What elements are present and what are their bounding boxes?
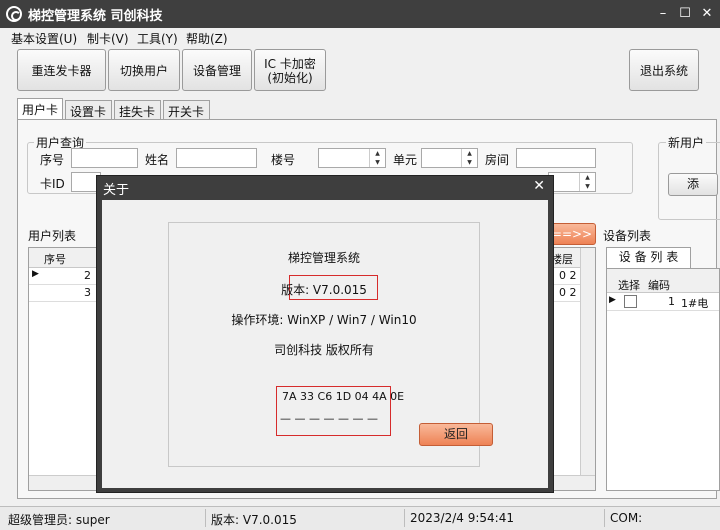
row-pointer-icon: ▶ — [32, 269, 39, 279]
about-dashes: — — — — — — — — [280, 412, 378, 425]
ic-card-encrypt-button[interactable]: IC 卡加密 (初始化) — [254, 49, 326, 91]
device-select-checkbox[interactable] — [624, 295, 637, 308]
unit-spinner[interactable]: ▲ ▼ — [421, 148, 478, 168]
device-management-button[interactable]: 设备管理 — [182, 49, 252, 91]
add-user-button[interactable]: 添 — [668, 173, 718, 196]
about-dialog: 关于 ✕ 梯控管理系统 版本: V7.0.015 操作环境: WinXP / W… — [96, 175, 554, 493]
device-name: 1#电 — [681, 297, 709, 310]
device-list-grid: 选择 编码 ▶ 1 1#电 — [606, 268, 720, 491]
status-bar: 超级管理员: super 版本: V7.0.015 2023/2/4 9:54:… — [0, 506, 720, 530]
name-input[interactable] — [176, 148, 257, 168]
status-version: 版本: V7.0.015 — [211, 513, 297, 527]
about-code: 7A 33 C6 1D 04 4A 0E — [282, 390, 405, 403]
building-label: 楼号 — [271, 153, 296, 167]
status-separator — [205, 509, 206, 527]
tab-user-card[interactable]: 用户卡 — [17, 98, 63, 120]
device-list-header: 选择 编码 — [607, 269, 719, 293]
window-title: 梯控管理系统 司创科技 — [28, 9, 163, 24]
dialog-close-icon[interactable]: ✕ — [533, 178, 545, 194]
col-select-header: 选择 — [618, 279, 640, 292]
floor-spinner[interactable]: ▲ ▼ — [548, 172, 596, 192]
about-app-name: 梯控管理系统 — [287, 251, 360, 265]
menu-help[interactable]: 帮助(Z) — [186, 30, 228, 47]
col-floor-header: 楼层 — [551, 253, 573, 266]
status-separator — [404, 509, 405, 527]
row-seq: 2 — [84, 269, 91, 282]
back-button[interactable]: 返回 — [419, 423, 493, 446]
tab-device-list[interactable]: 设 备 列 表 — [606, 247, 691, 268]
reconnect-card-reader-button[interactable]: 重连发卡器 — [17, 49, 106, 91]
vertical-scrollbar[interactable] — [580, 248, 595, 476]
device-list-title: 设备列表 — [603, 229, 652, 243]
row-pointer-icon: ▶ — [609, 295, 616, 305]
about-version: 版本: V7.0.015 — [281, 283, 367, 297]
tab-lost-card[interactable]: 挂失卡 — [114, 100, 161, 119]
row-seq: 3 — [84, 286, 91, 299]
transfer-button[interactable]: ==>> — [548, 223, 596, 245]
minimize-button[interactable]: – — [654, 5, 672, 23]
ic-encrypt-label-line1: IC 卡加密 — [264, 57, 316, 71]
title-bar: 梯控管理系统 司创科技 – ☐ ✕ — [0, 0, 720, 28]
seq-label: 序号 — [40, 153, 65, 167]
app-logo-icon — [6, 6, 22, 22]
row-tail: 0 2 — [559, 269, 577, 282]
menu-make-card[interactable]: 制卡(V) — [87, 30, 129, 47]
tab-settings-card[interactable]: 设置卡 — [65, 100, 112, 119]
dialog-body: 梯控管理系统 版本: V7.0.015 操作环境: WinXP / Win7 /… — [102, 200, 548, 488]
about-environment: 操作环境: WinXP / Win7 / Win10 — [231, 313, 417, 327]
ic-encrypt-label-line2: (初始化) — [267, 71, 313, 85]
col-seq-header: 序号 — [44, 253, 66, 266]
spinner-arrows-icon[interactable]: ▲ ▼ — [461, 149, 477, 167]
card-id-label: 卡ID — [40, 177, 65, 191]
tab-switch-card[interactable]: 开关卡 — [163, 100, 210, 119]
switch-user-button[interactable]: 切换用户 — [108, 49, 180, 91]
room-input[interactable] — [516, 148, 596, 168]
spinner-arrows-icon[interactable]: ▲ ▼ — [369, 149, 385, 167]
name-label: 姓名 — [145, 153, 170, 167]
about-copyright: 司创科技 版权所有 — [274, 343, 374, 357]
status-separator — [604, 509, 605, 527]
new-user-title: 新用户 — [666, 134, 707, 151]
room-label: 房间 — [485, 153, 510, 167]
close-button[interactable]: ✕ — [698, 5, 716, 23]
menu-basic-settings[interactable]: 基本设置(U) — [11, 30, 77, 47]
building-spinner[interactable]: ▲ ▼ — [318, 148, 386, 168]
row-tail: 0 2 — [559, 286, 577, 299]
maximize-button[interactable]: ☐ — [676, 5, 694, 23]
table-row[interactable]: ▶ 1 1#电 — [607, 293, 719, 311]
col-code-header: 编码 — [648, 279, 670, 292]
menu-bar: 基本设置(U) 制卡(V) 工具(Y) 帮助(Z) — [0, 28, 720, 48]
status-datetime: 2023/2/4 9:54:41 — [410, 511, 514, 525]
status-admin: 超级管理员: super — [8, 513, 110, 527]
status-com: COM: — [610, 511, 643, 525]
exit-system-button[interactable]: 退出系统 — [629, 49, 699, 91]
device-code: 1 — [668, 295, 675, 308]
menu-tools[interactable]: 工具(Y) — [137, 30, 178, 47]
dialog-title: 关于 — [103, 183, 130, 198]
about-info-box: 梯控管理系统 版本: V7.0.015 操作环境: WinXP / Win7 /… — [168, 222, 493, 467]
user-list-title: 用户列表 — [28, 229, 77, 243]
spinner-arrows-icon[interactable]: ▲ ▼ — [579, 173, 595, 191]
seq-input[interactable] — [71, 148, 138, 168]
unit-label: 单元 — [393, 153, 418, 167]
